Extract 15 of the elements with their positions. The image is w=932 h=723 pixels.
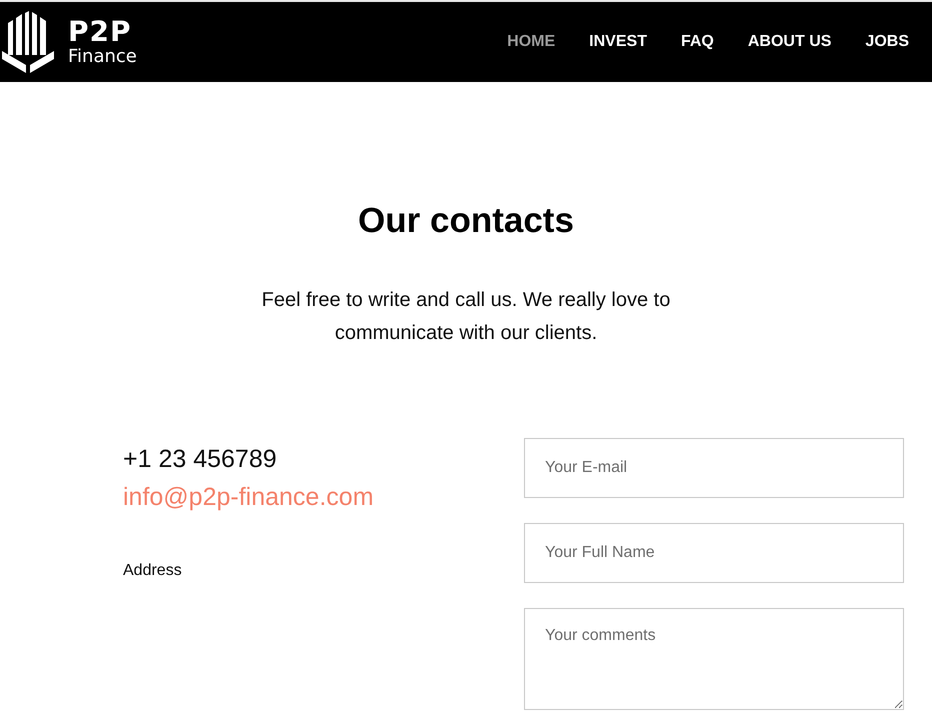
- nav-link[interactable]: HOME: [507, 33, 556, 51]
- logo-subtitle: Finance: [68, 48, 137, 66]
- building-logo-icon: [2, 11, 54, 73]
- comments-field[interactable]: Your comments: [524, 608, 904, 710]
- logo-title: P2P: [68, 18, 133, 46]
- address-label: Address: [123, 562, 183, 580]
- phone-number: +1 23 456789: [123, 444, 278, 474]
- page-heading: Our contacts: [357, 200, 575, 242]
- nav-link[interactable]: FAQ: [680, 33, 714, 51]
- input-field[interactable]: Your Full Name: [524, 523, 904, 583]
- nav-link[interactable]: JOBS: [865, 33, 909, 51]
- nav-link[interactable]: INVEST: [589, 33, 647, 51]
- input-field[interactable]: Your E-mail: [524, 438, 904, 498]
- intro-text: Feel free to write and call us. We really love to communicate with our clients.: [260, 288, 672, 346]
- nav-link[interactable]: ABOUT US: [748, 33, 832, 51]
